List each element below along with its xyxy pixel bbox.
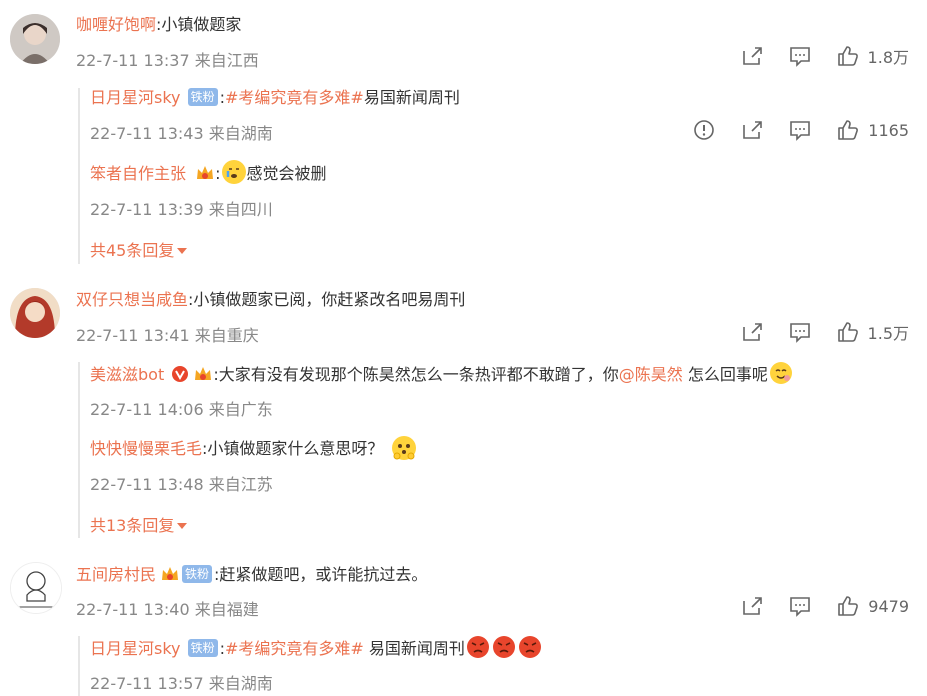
- reply-timestamp: 22-7-11 13:57 来自湖南: [90, 674, 273, 693]
- smirk-emoji-icon: [769, 361, 793, 385]
- share-icon: [743, 597, 763, 615]
- comment-button[interactable]: [788, 320, 812, 344]
- share-button[interactable]: [740, 44, 764, 68]
- verified-icon: [172, 366, 189, 382]
- like-count: 9479: [868, 596, 909, 616]
- reply-text: 易国新闻周刊: [363, 639, 465, 658]
- caret-down-icon: [177, 248, 188, 254]
- fan-badge: 铁粉: [182, 565, 213, 583]
- comment-timestamp: 22-7-11 13:37 来自江西: [76, 51, 259, 70]
- thumbs-up-icon: [838, 596, 859, 616]
- comment-username[interactable]: 五间房村民: [76, 565, 156, 584]
- comment-icon: [790, 121, 811, 141]
- reply-actions: 1165: [692, 118, 909, 142]
- reply-thread-line: [78, 362, 80, 538]
- comment-text: :小镇做题家已阅，你赶紧改名吧易周刊: [188, 290, 466, 309]
- comment-text: :赶紧做题吧，或许能抗过去。: [214, 565, 428, 584]
- share-button[interactable]: [740, 594, 764, 618]
- report-button[interactable]: [692, 118, 716, 142]
- comment-actions: 1.8万: [740, 44, 909, 68]
- like-button[interactable]: 1.5万: [836, 320, 909, 344]
- share-button[interactable]: [740, 118, 764, 142]
- share-icon: [742, 323, 762, 341]
- reply-timestamp: 22-7-11 13:39 来自四川: [90, 200, 273, 219]
- caret-down-icon: [177, 523, 188, 529]
- view-more-replies[interactable]: 共45条回复: [90, 237, 188, 261]
- comment-button[interactable]: [788, 594, 812, 618]
- avatar[interactable]: [10, 14, 60, 64]
- like-count: 1165: [868, 120, 909, 140]
- angry-emoji-icon: [492, 635, 516, 659]
- reply-thread-line: [78, 636, 80, 696]
- like-button[interactable]: 9479: [836, 594, 909, 618]
- crying-emoji-icon: [221, 160, 246, 184]
- share-icon: [742, 47, 762, 65]
- like-count: 1.5万: [867, 324, 909, 343]
- comment-username[interactable]: 咖喱好饱啊: [76, 15, 156, 34]
- angry-emoji-icon: [466, 635, 490, 659]
- share-button[interactable]: [740, 320, 764, 344]
- reply-text: :小镇做题家什么意思呀？: [202, 439, 384, 458]
- reply-thread-line: [78, 88, 80, 264]
- thumbs-up-icon: [838, 120, 859, 140]
- reply-username[interactable]: 日月星河sky: [90, 88, 181, 107]
- avatar[interactable]: [10, 288, 60, 338]
- crown-icon: [162, 567, 179, 580]
- reply-timestamp: 22-7-11 14:06 来自广东: [90, 400, 273, 419]
- reply-text: 易国新闻周刊: [363, 88, 460, 107]
- report-icon: [694, 120, 715, 140]
- reply-username[interactable]: 笨者自作主张: [90, 164, 186, 183]
- reply-text: :大家有没有发现那个陈昊然怎么一条热评都不敢蹭了，你: [213, 365, 619, 384]
- like-count: 1.8万: [867, 48, 909, 67]
- reply-timestamp: 22-7-11 13:43 来自湖南: [90, 124, 273, 143]
- comment-text: :小镇做题家: [156, 15, 242, 34]
- topic-tag[interactable]: #考编究竟有多难#: [225, 639, 364, 658]
- like-button[interactable]: 1165: [836, 118, 909, 142]
- fan-badge: 铁粉: [187, 88, 218, 106]
- reply-username[interactable]: 快快慢慢栗毛毛: [90, 439, 202, 458]
- comment-button[interactable]: [788, 118, 812, 142]
- reply-username[interactable]: 日月星河sky: [90, 639, 181, 658]
- comment-button[interactable]: [788, 44, 812, 68]
- crown-icon: [197, 166, 214, 179]
- fan-badge: 铁粉: [187, 639, 218, 657]
- comment-actions: 9479: [740, 594, 909, 618]
- share-icon: [743, 121, 763, 139]
- comment-icon: [790, 597, 811, 617]
- avatar[interactable]: [10, 562, 62, 614]
- shy-emoji-icon: [390, 434, 418, 462]
- mention-link[interactable]: @陈昊然: [619, 365, 683, 384]
- reply-text-tail: 怎么回事呢: [682, 365, 768, 384]
- angry-emoji-icon: [518, 635, 542, 659]
- comment-username[interactable]: 双仔只想当咸鱼: [76, 290, 188, 309]
- crown-icon: [195, 367, 212, 380]
- comment-timestamp: 22-7-11 13:40 来自福建: [76, 600, 259, 619]
- reply-timestamp: 22-7-11 13:48 来自江苏: [90, 475, 273, 494]
- thumbs-up-icon: [837, 322, 858, 342]
- reply-username[interactable]: 美滋滋bot: [90, 365, 164, 384]
- thumbs-up-icon: [837, 46, 858, 66]
- comment-icon: [789, 47, 810, 67]
- like-button[interactable]: 1.8万: [836, 44, 909, 68]
- comment-actions: 1.5万: [740, 320, 909, 344]
- view-more-replies[interactable]: 共13条回复: [90, 512, 188, 536]
- reply-text: 感觉会被删: [246, 164, 327, 183]
- topic-tag[interactable]: #考编究竟有多难#: [225, 88, 364, 107]
- comment-timestamp: 22-7-11 13:41 来自重庆: [76, 326, 259, 345]
- comment-icon: [789, 323, 810, 343]
